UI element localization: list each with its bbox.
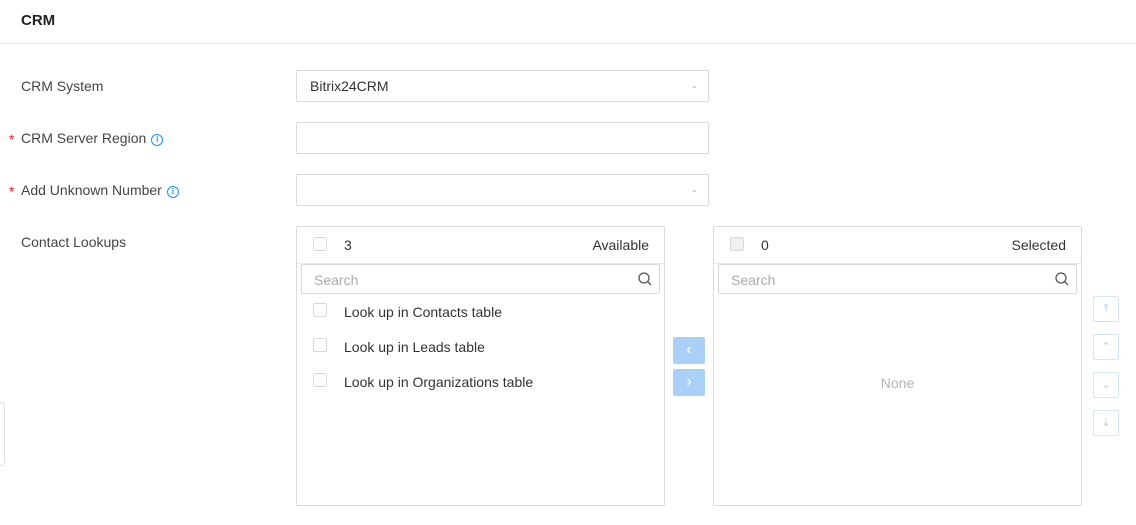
search-icon: [1055, 272, 1069, 286]
required-mark: *: [9, 183, 15, 199]
chevron-down-icon: ⌄: [690, 80, 698, 90]
info-circle-icon[interactable]: i: [166, 186, 179, 198]
empty-state-text: None: [880, 375, 915, 391]
crm-server-region-input[interactable]: [296, 122, 709, 154]
move-left-button[interactable]: ‹: [673, 337, 705, 364]
select-all-available-checkbox[interactable]: [313, 237, 327, 251]
chevron-right-icon: ›: [686, 373, 692, 390]
add-unknown-number-select[interactable]: ⌄: [296, 174, 709, 206]
selected-count: 0: [761, 237, 769, 253]
move-up-button[interactable]: ⌃: [1093, 334, 1119, 360]
add-unknown-number-label-text: Add Unknown Number: [21, 182, 162, 198]
chevron-left-icon: ‹: [686, 341, 692, 358]
available-search-input[interactable]: Search: [301, 264, 660, 294]
crm-system-select[interactable]: Bitrix24CRM ⌄: [296, 70, 709, 102]
selected-search-input[interactable]: Search: [718, 264, 1077, 294]
page-title: CRM: [21, 12, 56, 29]
crm-server-region-label-text: CRM Server Region: [21, 130, 147, 146]
search-placeholder: Search: [314, 272, 359, 288]
chevron-down-icon: ⌄: [690, 184, 698, 194]
available-count: 3: [344, 237, 352, 253]
search-placeholder: Search: [731, 272, 776, 288]
selected-list-header: 0 Selected: [714, 227, 1081, 264]
list-item[interactable]: Look up in Contacts table: [297, 299, 664, 329]
crm-server-region-label: CRM Server Region i: [21, 130, 164, 146]
item-label: Look up in Organizations table: [344, 374, 534, 390]
available-list-panel: 3 Available Search Look up in Contacts t…: [296, 226, 665, 506]
item-label: Look up in Contacts table: [344, 304, 502, 320]
available-title: Available: [592, 237, 649, 253]
move-to-top-button[interactable]: ⤒: [1093, 296, 1119, 322]
item-label: Look up in Leads table: [344, 339, 485, 355]
crm-system-label: CRM System: [21, 78, 104, 94]
move-to-top-icon: ⤒: [1103, 303, 1109, 315]
list-item[interactable]: Look up in Organizations table: [297, 369, 664, 399]
move-down-button[interactable]: ⌄: [1093, 372, 1119, 398]
page-header: CRM: [0, 0, 1136, 44]
item-checkbox[interactable]: [313, 373, 327, 387]
contact-lookups-label: Contact Lookups: [21, 234, 127, 250]
side-panel-handle[interactable]: [0, 402, 5, 466]
info-circle-icon[interactable]: i: [151, 134, 164, 146]
list-item[interactable]: Look up in Leads table: [297, 334, 664, 364]
move-down-icon: ⌄: [1101, 379, 1111, 391]
required-mark: *: [9, 131, 15, 147]
item-checkbox[interactable]: [313, 303, 327, 317]
move-right-button[interactable]: ›: [673, 369, 705, 396]
search-icon: [638, 272, 652, 286]
selected-list-panel: 0 Selected Search None: [713, 226, 1082, 506]
move-up-icon: ⌃: [1101, 341, 1111, 353]
move-to-bottom-icon: ⤓: [1103, 417, 1109, 429]
crm-system-value: Bitrix24CRM: [310, 78, 389, 94]
add-unknown-number-label: Add Unknown Number i: [21, 182, 179, 198]
selected-title: Selected: [1011, 237, 1066, 253]
item-checkbox[interactable]: [313, 338, 327, 352]
move-to-bottom-button[interactable]: ⤓: [1093, 410, 1119, 436]
select-all-selected-checkbox[interactable]: [730, 237, 744, 251]
available-list-header: 3 Available: [297, 227, 664, 264]
